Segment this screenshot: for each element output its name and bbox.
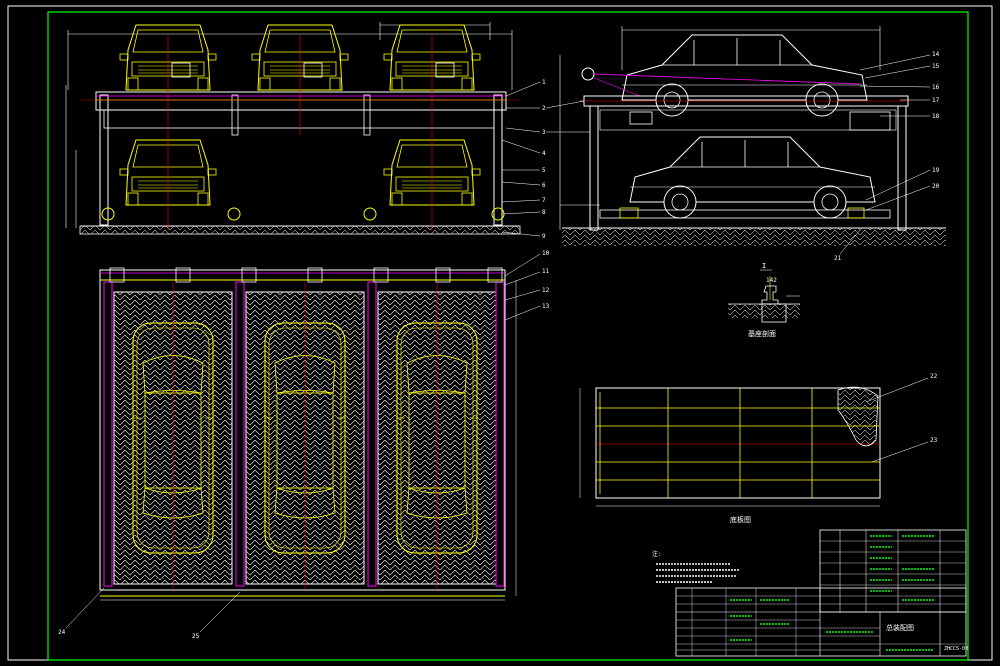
svg-text:18: 18 <box>932 113 940 120</box>
title-block-name: 总装配图 <box>886 623 914 632</box>
side-elevation-view <box>545 26 946 255</box>
svg-text:9: 9 <box>542 233 546 240</box>
svg-text:13: 13 <box>542 303 550 310</box>
svg-text:12: 12 <box>542 287 550 294</box>
drawing-code: ZHCCS-00 <box>944 646 968 652</box>
svg-text:6: 6 <box>542 182 546 189</box>
svg-text:3: 3 <box>542 129 546 136</box>
callouts-side: 1 2 3 4 5 6 7 8 9 10 11 12 13 <box>542 79 550 310</box>
svg-text:1: 1 <box>542 79 546 86</box>
svg-text:5: 5 <box>542 167 546 174</box>
base-plate-plan: 底板图 <box>579 377 929 524</box>
svg-text:10: 10 <box>542 250 550 257</box>
svg-text:2: 2 <box>542 105 546 112</box>
svg-text:23: 23 <box>930 437 938 444</box>
svg-text:15: 15 <box>932 63 940 70</box>
svg-text:19: 19 <box>932 167 940 174</box>
svg-text:24: 24 <box>58 629 66 636</box>
svg-text:22: 22 <box>930 373 938 380</box>
cad-drawing-sheet: 1 2 3 4 5 6 7 8 9 10 11 12 13 14 15 16 1… <box>7 5 993 661</box>
svg-text:20: 20 <box>932 183 940 190</box>
svg-text:7: 7 <box>542 197 546 204</box>
callouts-plan: 22 23 <box>930 373 938 444</box>
rail-section-detail: I 142 基座剖面 <box>728 262 800 338</box>
svg-text:21: 21 <box>834 255 842 262</box>
plan-view <box>65 253 541 633</box>
section-view-label: 基座剖面 <box>748 329 776 338</box>
svg-text:注:: 注: <box>652 550 662 558</box>
front-elevation-view <box>65 22 541 237</box>
svg-text:8: 8 <box>542 209 546 216</box>
svg-text:11: 11 <box>542 268 550 275</box>
svg-text:4: 4 <box>542 150 546 157</box>
technical-notes: 注: <box>652 550 740 583</box>
title-block: 总装配图 ZHCCS-00 <box>675 529 968 657</box>
plan-label: 底板图 <box>730 515 751 524</box>
rail-dimension: 142 <box>766 277 777 284</box>
svg-text:17: 17 <box>932 97 940 104</box>
svg-text:16: 16 <box>932 84 940 91</box>
svg-text:25: 25 <box>192 633 200 640</box>
svg-text:14: 14 <box>932 51 940 58</box>
section-mark: I <box>762 262 766 270</box>
callouts-bottom: 24 25 <box>58 629 200 640</box>
